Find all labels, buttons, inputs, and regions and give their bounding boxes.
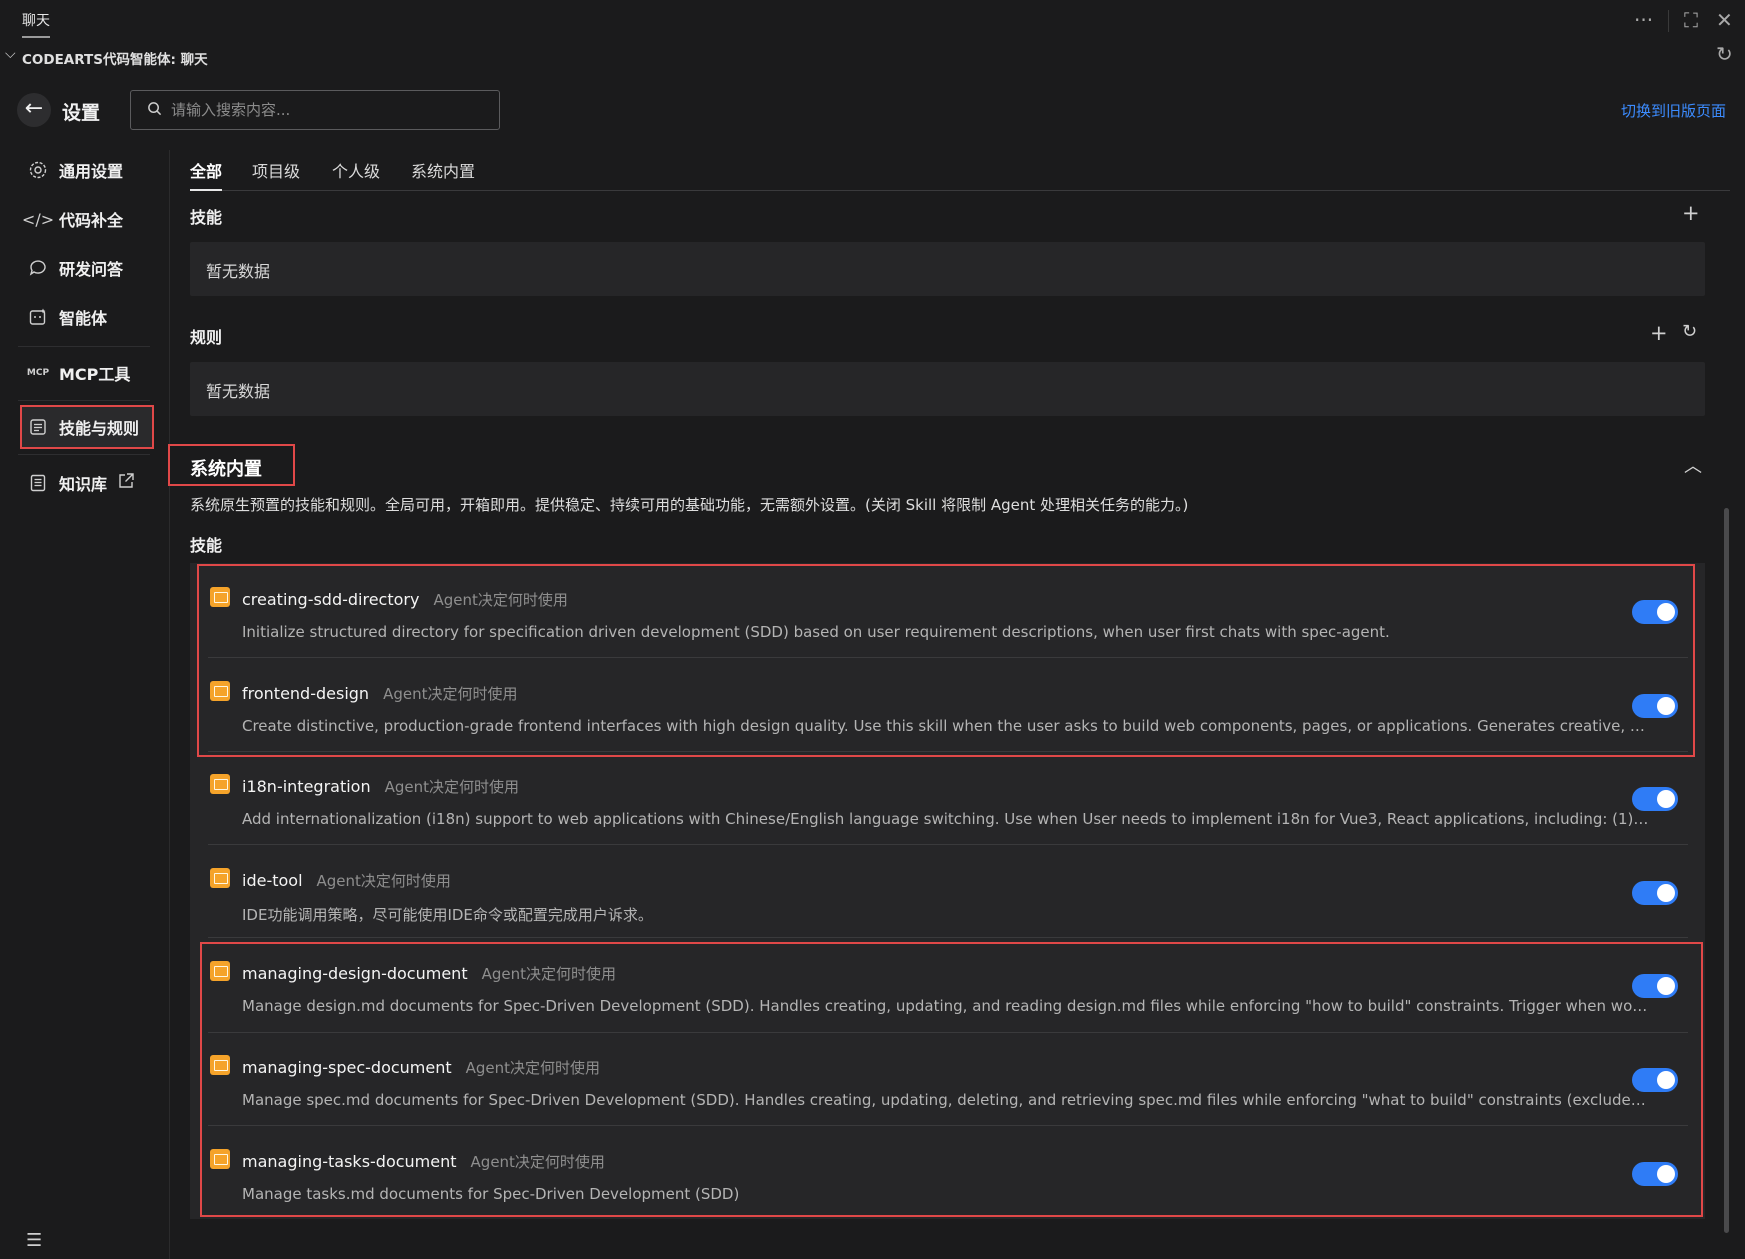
skill-toggle[interactable]: [1632, 881, 1678, 905]
skill-folder-icon: [210, 868, 230, 888]
code-icon: </>: [21, 209, 55, 229]
skill-folder-icon: [210, 774, 230, 794]
external-link-icon[interactable]: [117, 472, 135, 494]
tab-project[interactable]: 项目级: [252, 158, 300, 191]
page-title: 设置: [62, 102, 101, 124]
builtin-skills-label: 技能: [190, 536, 223, 555]
sidebar-divider: [18, 346, 150, 347]
skills-section-title: 技能: [190, 208, 223, 227]
tab-builtin[interactable]: 系统内置: [411, 158, 475, 191]
empty-text: 暂无数据: [206, 382, 271, 401]
title-bar: 聊天 ··· ⛶ ✕: [0, 0, 1745, 42]
scrollbar[interactable]: [1724, 508, 1729, 1233]
switch-old-page-link[interactable]: 切换到旧版页面: [1621, 100, 1726, 121]
empty-text: 暂无数据: [206, 262, 271, 281]
skill-description: IDE功能调用策略，尽可能使用IDE命令或配置完成用户诉求。: [242, 906, 653, 924]
skill-toggle[interactable]: [1632, 787, 1678, 811]
chevron-up-icon[interactable]: ︿: [1684, 452, 1702, 478]
sidebar-item-label: MCP工具: [59, 365, 131, 384]
refresh-icon[interactable]: ↻: [1716, 42, 1733, 66]
skill-description: Add internationalization (i18n) support …: [242, 810, 1652, 828]
rules-section-title: 规则: [190, 328, 223, 347]
book-icon: [26, 471, 50, 495]
sidebar-item-knowledge-base[interactable]: 知识库: [22, 463, 152, 503]
search-box[interactable]: [130, 90, 500, 130]
sidebar-item-qa[interactable]: 研发问答: [22, 248, 152, 288]
rules-empty-state: 暂无数据: [190, 362, 1705, 416]
sidebar-item-code-completion[interactable]: </> 代码补全: [22, 199, 152, 239]
chevron-down-icon[interactable]: ⌵: [5, 46, 16, 62]
skill-mode: Agent决定何时使用: [384, 778, 520, 796]
maximize-icon[interactable]: ⛶: [1684, 8, 1698, 32]
add-rule-button[interactable]: +: [1650, 321, 1668, 345]
skill-row: i18n-integration Agent决定何时使用 Add internat…: [190, 750, 1705, 844]
builtin-section-title: 系统内置: [190, 459, 262, 480]
close-icon[interactable]: ✕: [1716, 8, 1733, 32]
sidebar-item-label: 知识库: [59, 475, 108, 494]
search-icon: [147, 101, 162, 120]
sidebar-item-label: 通用设置: [59, 162, 124, 181]
panel-header: ⌵ CODEARTS代码智能体: 聊天 ↻: [0, 42, 1745, 68]
skills-empty-state: 暂无数据: [190, 242, 1705, 296]
tab-all[interactable]: 全部: [190, 158, 223, 191]
add-skill-button[interactable]: +: [1682, 201, 1700, 225]
app-window: 聊天 ··· ⛶ ✕ ⌵ CODEARTS代码智能体: 聊天 ↻ ← 设置 切换…: [0, 0, 1745, 1259]
sidebar-item-agent[interactable]: 智能体: [22, 297, 152, 337]
search-input[interactable]: [171, 91, 491, 129]
document-list-icon: [26, 415, 50, 439]
sidebar: 通用设置 </> 代码补全 研发问答 智能体 MCP MCP工具 技能与规则 知…: [0, 150, 170, 1259]
agent-icon: [26, 305, 50, 329]
title-separator: [1668, 10, 1669, 32]
highlight-box-bottom: [200, 942, 1703, 1217]
mcp-icon: MCP: [26, 368, 50, 378]
sidebar-item-mcp[interactable]: MCP MCP工具: [22, 353, 152, 393]
sidebar-item-label: 技能与规则: [59, 419, 140, 438]
sidebar-item-skills-rules[interactable]: 技能与规则: [20, 405, 154, 449]
builtin-description: 系统原生预置的技能和规则。全局可用，开箱即用。提供稳定、持续可用的基础功能，无需…: [190, 496, 1189, 514]
chat-tab[interactable]: 聊天: [22, 10, 50, 38]
sidebar-divider: [18, 454, 150, 455]
sidebar-item-label: 研发问答: [59, 260, 124, 279]
skill-name: ide-tool Agent决定何时使用: [242, 871, 451, 890]
sidebar-divider: [18, 400, 150, 401]
highlight-box-top: [197, 564, 1695, 757]
skill-name: i18n-integration Agent决定何时使用: [242, 777, 520, 796]
back-button[interactable]: ←: [17, 93, 51, 127]
ellipsis-icon[interactable]: ···: [1634, 8, 1653, 32]
sidebar-item-general[interactable]: 通用设置: [22, 150, 152, 190]
toggle-knob: [1657, 790, 1675, 808]
arrow-left-icon: ←: [24, 96, 44, 121]
collapse-sidebar-icon[interactable]: ☰: [26, 1230, 42, 1251]
toggle-knob: [1657, 884, 1675, 902]
gear-icon: [26, 158, 50, 182]
sidebar-item-label: 智能体: [59, 309, 108, 328]
scope-tabs: 全部 项目级 个人级 系统内置: [190, 158, 1730, 191]
tab-personal[interactable]: 个人级: [332, 158, 380, 191]
skill-mode: Agent决定何时使用: [316, 872, 451, 890]
panel-title: CODEARTS代码智能体: 聊天: [22, 52, 208, 68]
refresh-rules-icon[interactable]: ↻: [1682, 321, 1697, 342]
skill-row: ide-tool Agent决定何时使用 IDE功能调用策略，尽可能使用IDE命令…: [190, 844, 1705, 938]
chat-bubble-icon: [26, 256, 50, 280]
sidebar-item-label: 代码补全: [59, 211, 124, 230]
